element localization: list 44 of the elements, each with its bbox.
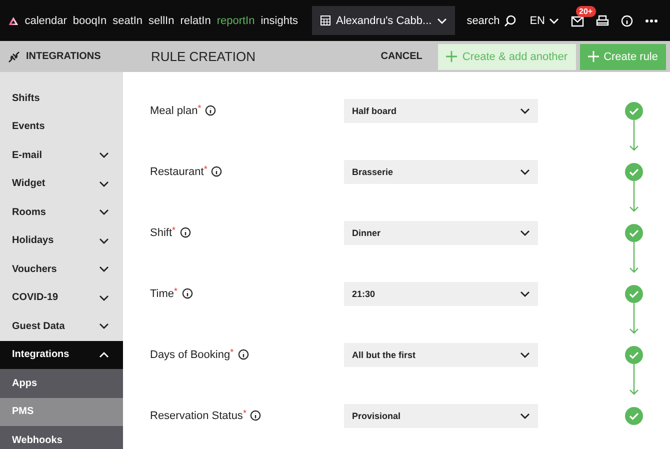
sidebar-item[interactable]: Integrations (0, 340, 123, 369)
sidebar-item[interactable]: Vouchers (0, 255, 123, 284)
select-field[interactable]: Provisional (344, 404, 538, 428)
sidebar-item[interactable]: Holidays (0, 226, 123, 255)
notification-badge: 20+ (576, 6, 596, 16)
field-label: Meal plan (150, 104, 198, 116)
field-label: Time (150, 288, 174, 300)
required-mark: * (198, 102, 202, 112)
field-label: Shift (150, 226, 172, 238)
sidebar-item[interactable]: E-mail (0, 141, 123, 170)
nav-link[interactable]: calendar (24, 14, 67, 26)
field-label: Days of Booking (150, 348, 230, 360)
required-mark: * (174, 286, 178, 296)
required-mark: * (172, 224, 176, 234)
required-mark: * (230, 346, 234, 356)
sidebar-item[interactable]: Rooms (0, 198, 123, 226)
sidebar-item[interactable]: Guest Data (0, 312, 123, 340)
sidebar-item[interactable]: COVID-19 (0, 284, 123, 312)
sidebar-item[interactable]: Widget (0, 170, 123, 198)
select-field[interactable]: 21:30 (344, 282, 538, 306)
required-mark: * (204, 164, 208, 174)
required-mark: * (242, 408, 246, 418)
select-field[interactable]: Brasserie (344, 160, 538, 184)
venue-dropdown[interactable]: Alexandru's Cabb... (312, 6, 455, 35)
nav-link[interactable]: booqIn (72, 14, 107, 26)
nav-link[interactable]: sellIn (148, 14, 174, 26)
sidebar-subitem[interactable]: Webhooks (0, 426, 123, 449)
sidebar-item[interactable]: Shifts (0, 84, 123, 112)
select-field[interactable]: Dinner (344, 220, 538, 244)
nav-link[interactable]: relatIn (180, 14, 211, 26)
sidebar-subitem[interactable]: Apps (0, 369, 123, 398)
field-label: Restaurant (150, 166, 204, 178)
sidebar-item[interactable]: Events (0, 112, 123, 141)
nav-link[interactable]: insights (260, 14, 298, 26)
language-dropdown[interactable]: EN (530, 14, 559, 26)
sidebar-title: INTEGRATIONS (26, 51, 101, 62)
search-button[interactable]: search (466, 14, 516, 26)
nav-link[interactable]: reportIn (216, 14, 255, 26)
cancel-button[interactable]: CANCEL (374, 50, 428, 63)
field-label: Reservation Status (150, 410, 243, 422)
select-field[interactable]: Half board (344, 98, 538, 122)
page-title: RULE CREATION (151, 49, 256, 64)
select-field[interactable]: All but the first (344, 342, 538, 366)
nav-link[interactable]: seatIn (112, 14, 143, 26)
